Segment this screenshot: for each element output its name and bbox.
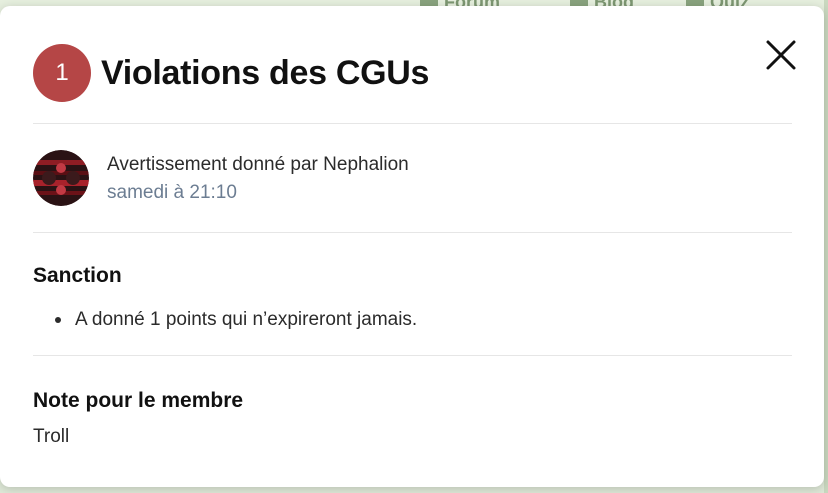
warning-date: samedi à 21:10 — [107, 182, 237, 203]
divider — [33, 355, 792, 356]
warning-text: Avertissement donné par Nephalion samedi… — [107, 150, 409, 208]
avatar[interactable] — [33, 150, 89, 206]
sanction-heading: Sanction — [33, 264, 122, 287]
warning-points-badge: 1 — [33, 44, 91, 102]
list-item: A donné 1 points qui n’expireront jamais… — [55, 309, 417, 331]
bullet-icon — [55, 317, 61, 323]
background-page-edge — [824, 0, 828, 493]
divider — [33, 232, 792, 233]
warning-modal: 1 Violations des CGUs Avertissement donn… — [0, 6, 824, 487]
note-heading: Note pour le membre — [33, 389, 244, 412]
divider — [33, 123, 792, 124]
modal-title: Violations des CGUs — [101, 53, 430, 92]
sanction-text: A donné 1 points qui n’expireront jamais… — [75, 309, 418, 330]
warning-given-by: Avertissement donné par Nephalion — [107, 154, 409, 175]
modal-header: 1 Violations des CGUs — [33, 44, 429, 102]
sanction-list: A donné 1 points qui n’expireront jamais… — [55, 309, 417, 331]
warning-info: Avertissement donné par Nephalion samedi… — [33, 150, 409, 208]
note-text: Troll — [33, 426, 70, 447]
close-icon — [766, 40, 796, 70]
close-button[interactable] — [764, 38, 798, 72]
